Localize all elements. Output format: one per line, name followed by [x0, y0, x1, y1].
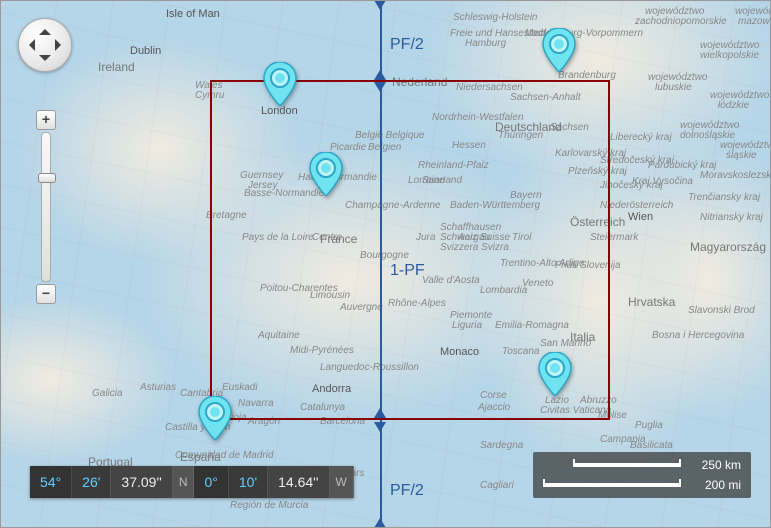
axis-arrow-rect-top-up: [374, 70, 386, 80]
zoom-control: + −: [36, 110, 56, 304]
lat-degrees: 54°: [30, 466, 72, 498]
scale-row-mi: 200 mi: [543, 478, 741, 492]
scale-line-mi: [543, 483, 681, 487]
zoom-slider-track[interactable]: [41, 132, 51, 282]
zoom-slider-thumb[interactable]: [38, 173, 56, 183]
label-pf-bottom: PF/2: [390, 482, 424, 500]
scale-row-km: 250 km: [543, 458, 741, 472]
lon-seconds: 14.64'': [268, 466, 329, 498]
axis-arrow-bottom-up: [374, 518, 386, 528]
scale-label-km: 250 km: [689, 458, 741, 472]
map-marker[interactable]: [309, 152, 343, 196]
map-marker[interactable]: [542, 28, 576, 72]
coordinate-bar: 54° 26' 37.09'' N 0° 10' 14.64'' W: [30, 466, 354, 498]
lat-minutes: 26': [72, 466, 111, 498]
map-marker[interactable]: [538, 352, 572, 396]
scale-line-km: [573, 463, 681, 467]
axis-arrow-rect-bot-down: [374, 422, 386, 432]
pan-north-button[interactable]: [39, 23, 51, 35]
pan-south-button[interactable]: [39, 55, 51, 67]
lon-minutes: 10': [229, 466, 268, 498]
lat-seconds: 37.09'': [111, 466, 172, 498]
scale-bar: 250 km 200 mi: [533, 452, 751, 498]
pan-control: [18, 18, 72, 72]
scale-label-mi: 200 mi: [689, 478, 741, 492]
map-marker[interactable]: [198, 396, 232, 440]
zoom-out-button[interactable]: −: [36, 284, 56, 304]
axis-arrow-top-down: [374, 0, 386, 10]
lon-hemisphere: W: [330, 466, 354, 498]
zoom-in-button[interactable]: +: [36, 110, 56, 130]
pan-east-button[interactable]: [55, 39, 67, 51]
map-viewport[interactable]: WalesCymruGuernseyJerseyBretagneBasse-No…: [0, 0, 771, 528]
lat-hemisphere: N: [173, 466, 195, 498]
label-pf-top: PF/2: [390, 36, 424, 54]
pan-west-button[interactable]: [23, 39, 35, 51]
lon-degrees: 0°: [194, 466, 228, 498]
map-marker[interactable]: [263, 62, 297, 106]
